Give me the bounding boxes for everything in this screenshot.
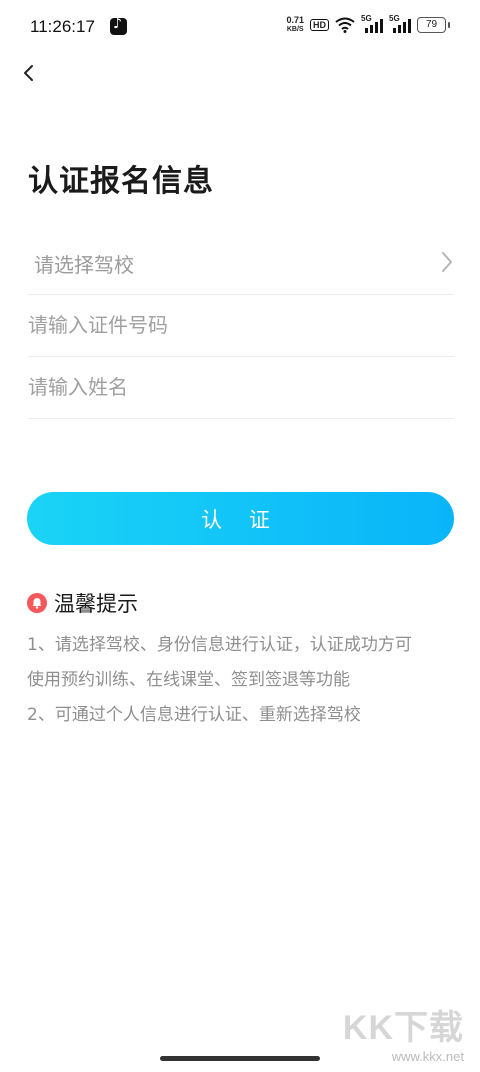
wifi-icon [335,17,355,33]
sim2-network-label: 5G [389,14,400,23]
name-row [28,356,454,419]
tips-line-3: 2、可通过个人信息进行认证、重新选择驾校 [27,705,361,725]
id-number-input[interactable] [28,313,454,337]
tips-body: 1、请选择驾校、身份信息进行认证，认证成功方可 使用预约训练、在线课堂、签到签退… [27,628,457,733]
tips-title: 温馨提示 [54,592,138,616]
tips-line-2: 使用预约训练、在线课堂、签到签退等功能 [27,670,350,690]
watermark-brand: KK下载 [342,1009,464,1047]
sim1-network-label: 5G [361,14,372,23]
network-speed: 0.71 KB/S [286,16,304,34]
driving-school-placeholder: 请选择驾校 [34,252,134,277]
tiktok-icon [110,16,127,35]
network-speed-value: 0.71 [286,15,304,25]
name-input[interactable] [28,375,454,399]
chevron-right-icon [442,252,452,272]
network-speed-unit: KB/S [286,26,304,33]
driving-school-select[interactable]: 请选择驾校 [28,232,454,295]
back-button[interactable] [14,58,44,88]
signal-icon-sim2: 5G [389,14,411,33]
watermark-logo: KK下载 www.kkx.net [343,1000,464,1064]
status-bar: 11:26:17 0.71 KB/S HD 5G 5G 79 [0,0,480,56]
id-number-row [28,294,454,357]
tips-line-1: 1、请选择驾校、身份信息进行认证，认证成功方可 [27,635,412,655]
bell-icon [27,593,47,613]
battery-icon: 79 [417,17,450,33]
chevron-left-icon [24,65,33,81]
hd-badge: HD [310,19,329,31]
status-time: 11:26:17 [30,17,95,36]
status-indicators: 0.71 KB/S HD 5G 5G 79 [286,14,450,34]
watermark-url: www.kkx.net [391,1049,464,1064]
signal-icon-sim1: 5G [361,14,383,33]
tips-header: 温馨提示 [27,588,138,618]
home-indicator[interactable] [160,1056,320,1061]
page-title: 认证报名信息 [28,164,214,199]
verify-button[interactable]: 认 证 [27,492,454,545]
